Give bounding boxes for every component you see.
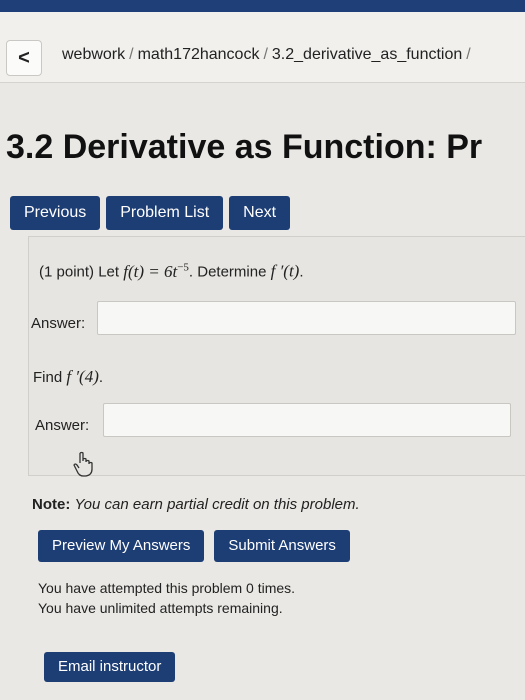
email-instructor: Email instructor <box>44 652 176 682</box>
attempts-count: You have attempted this problem 0 times. <box>38 580 296 596</box>
points-text: (1 point) Let <box>39 263 120 281</box>
partial-credit-note: Note: You can earn partial credit on thi… <box>32 496 360 513</box>
breadcrumb-course[interactable]: math172hancock <box>138 46 260 63</box>
derivative-expression: f ′(t) <box>270 261 300 281</box>
breadcrumb: webwork / math172hancock/3.2_derivative_as… <box>62 46 475 64</box>
find-statement: Find f ′(4). <box>33 367 103 387</box>
attempts-remaining: You have unlimited attempts remaining. <box>38 600 283 616</box>
answer2-label: Answer: <box>35 417 90 434</box>
find-expression: f ′(4) <box>66 367 99 386</box>
next-button[interactable]: Next <box>229 196 291 230</box>
breadcrumb-separator: / <box>466 46 471 63</box>
attempts-info: You have attempted this problem 0 times.… <box>38 578 295 618</box>
submit-answers-button[interactable]: Submit Answers <box>214 530 350 562</box>
note-text: You can earn partial credit on this prob… <box>74 496 360 513</box>
period: . <box>299 263 304 281</box>
email-instructor-button[interactable]: Email instructor <box>44 652 176 682</box>
function-expression: f(t) = 6t−5 <box>123 261 189 281</box>
breadcrumb-bar: < webwork / math172hancock/3.2_derivative_… <box>0 12 525 83</box>
answer1-label: Answer: <box>31 315 86 332</box>
problem-nav: Previous Problem List Next <box>10 196 291 230</box>
breadcrumb-separator: / <box>129 46 134 63</box>
answer1-input[interactable] <box>97 301 516 335</box>
period: . <box>98 369 104 386</box>
breadcrumb-set[interactable]: 3.2_derivative_as_function <box>272 46 462 63</box>
back-button[interactable]: < <box>6 40 42 76</box>
breadcrumb-separator: / <box>263 46 268 63</box>
answer2-input[interactable] <box>103 403 511 437</box>
answer-actions: Preview My Answers Submit Answers <box>38 530 350 562</box>
page-title: 3.2 Derivative as Function: Pr <box>6 128 483 166</box>
chevron-left-icon: < <box>18 46 30 69</box>
previous-button[interactable]: Previous <box>10 196 101 230</box>
top-bar <box>0 0 525 12</box>
problem-list-button[interactable]: Problem List <box>106 196 224 230</box>
determine-text: . Determine <box>188 263 267 281</box>
preview-answers-button[interactable]: Preview My Answers <box>38 530 205 562</box>
problem-statement: (1 point) Let f(t) = 6t−5. Determine f ′… <box>39 261 304 282</box>
problem-body: (1 point) Let f(t) = 6t−5. Determine f ′… <box>28 236 525 477</box>
find-text: Find <box>33 369 63 386</box>
breadcrumb-webwork[interactable]: webwork <box>62 46 125 63</box>
note-label: Note: <box>32 496 71 513</box>
hand-pointer-icon <box>73 451 95 482</box>
